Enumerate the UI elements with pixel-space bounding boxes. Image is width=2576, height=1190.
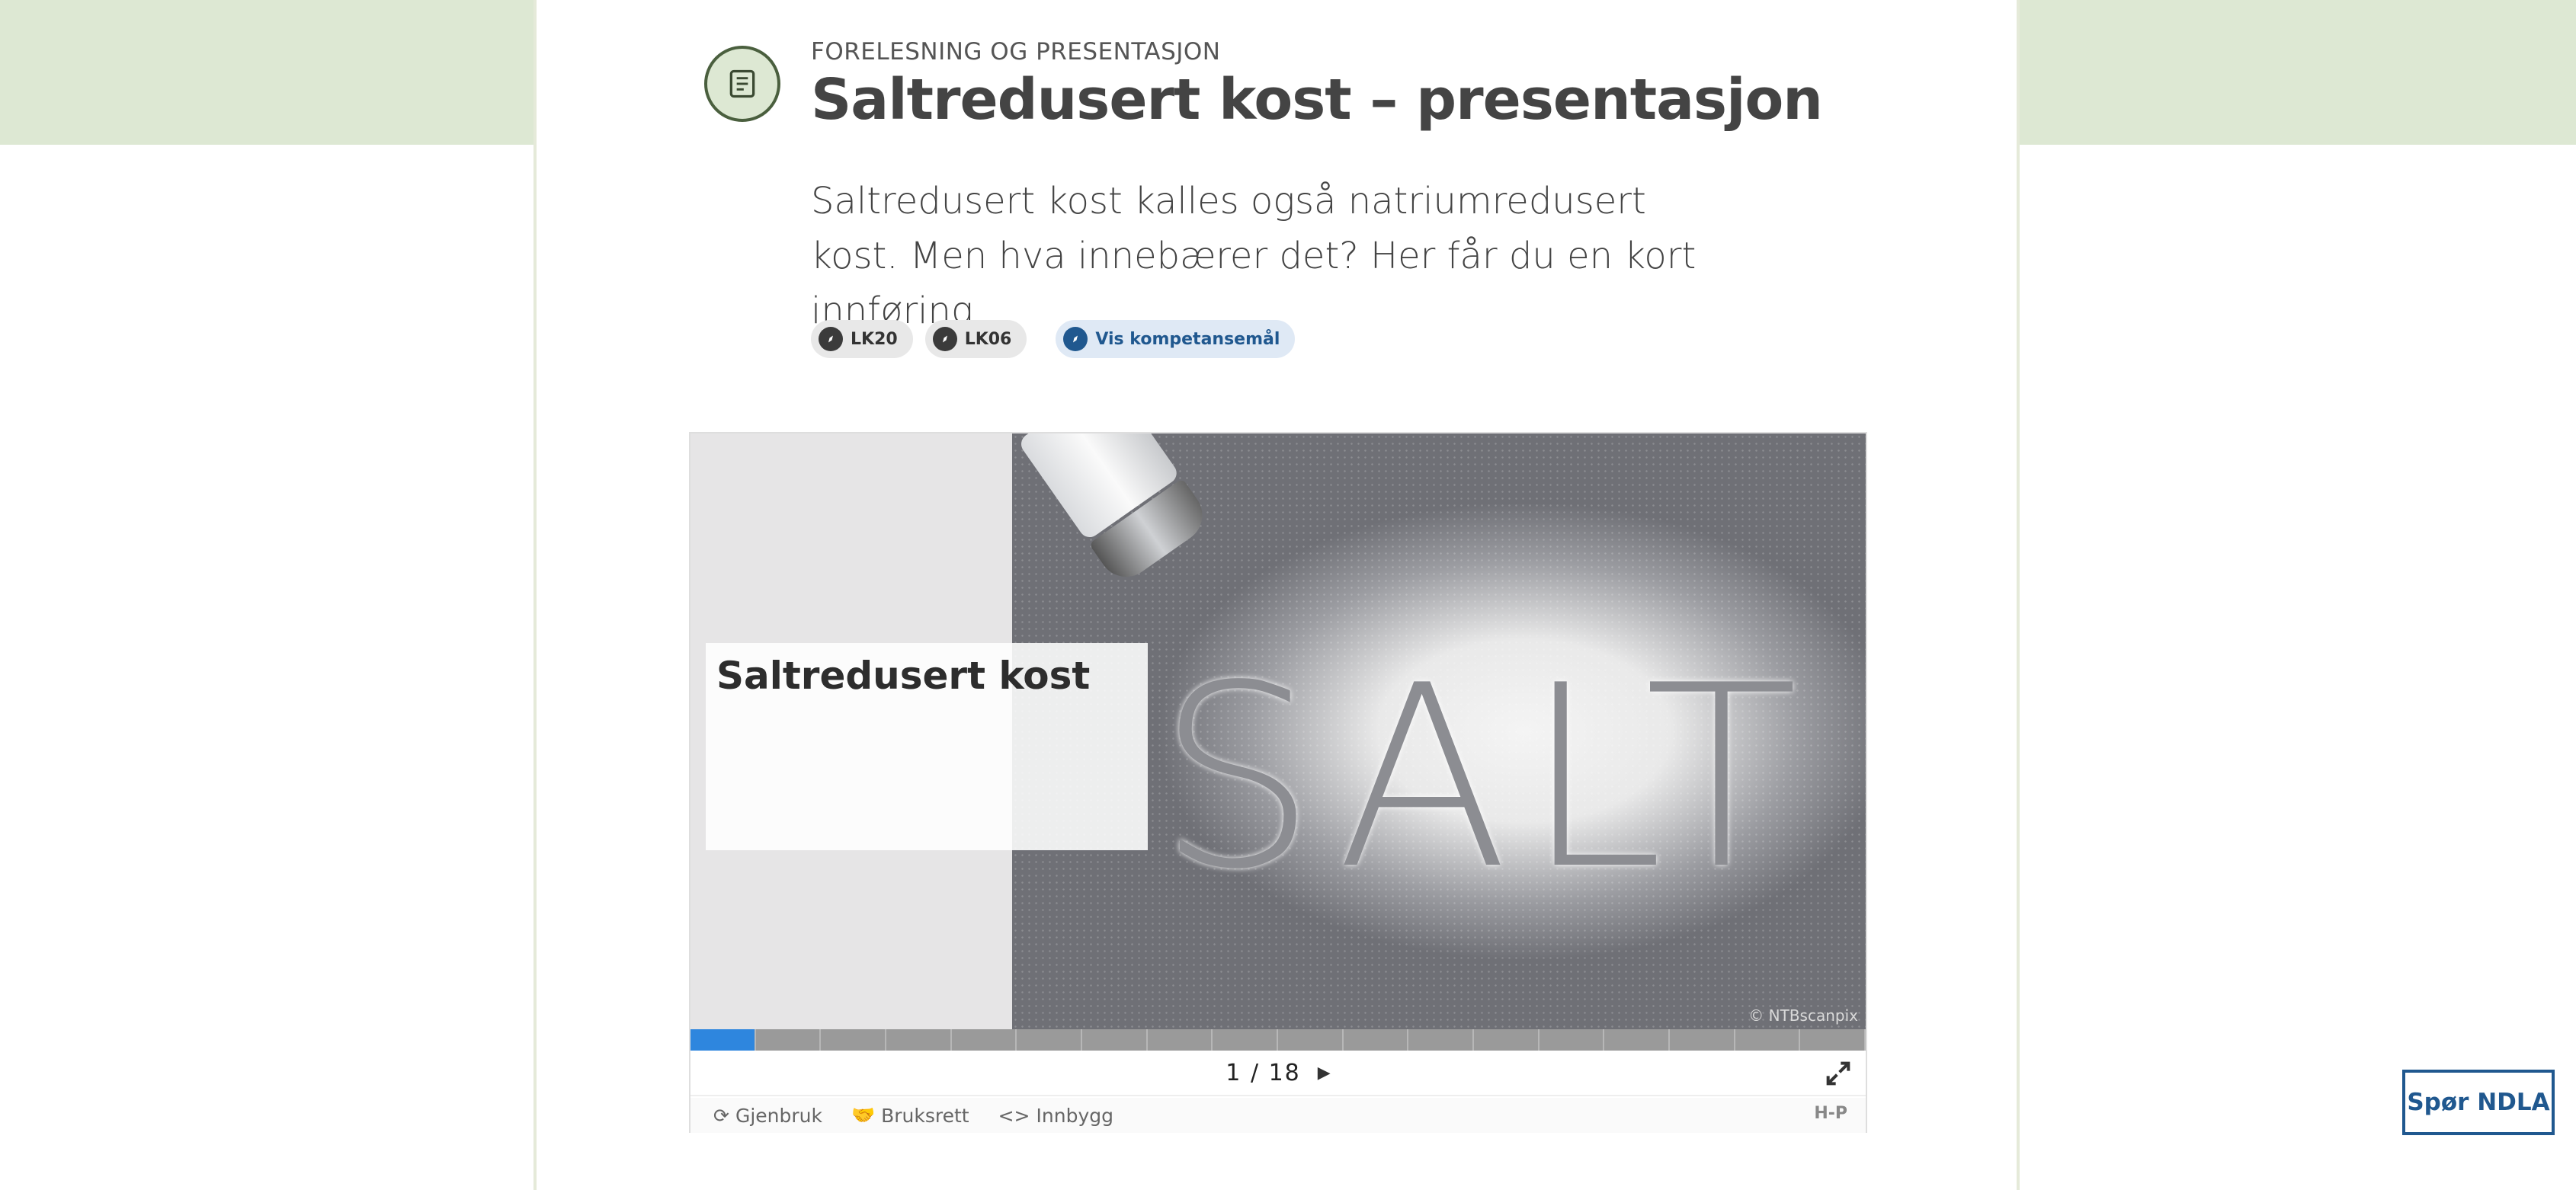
progress-segment[interactable] <box>1604 1029 1671 1051</box>
progress-segment[interactable] <box>1670 1029 1735 1051</box>
next-slide-icon[interactable]: ▶ <box>1318 1064 1331 1083</box>
fullscreen-icon[interactable] <box>1823 1058 1854 1089</box>
total-slides: 18 <box>1268 1059 1301 1086</box>
tag-lk06[interactable]: LK06 <box>924 320 1027 358</box>
page-title: Saltredusert kost – presentasjon <box>811 67 1823 133</box>
slide-stage: SALT © NTBscanpix Saltredusert kost <box>690 433 1866 1029</box>
show-competence-goals-button[interactable]: Vis kompetansemål <box>1056 320 1296 358</box>
progress-segment[interactable] <box>1735 1029 1801 1051</box>
h5p-logo[interactable]: H-P <box>1814 1104 1847 1123</box>
image-credit: © NTBscanpix <box>1748 1006 1858 1025</box>
progress-segment[interactable] <box>1540 1029 1605 1051</box>
article: FORELESNING OG PRESENTASJON Saltredusert… <box>533 0 2020 1190</box>
compass-icon <box>819 327 843 351</box>
tag-label: LK20 <box>851 329 898 349</box>
compass-icon <box>932 327 957 351</box>
tag-list: LK20 LK06 Vis kompetansemål <box>811 320 1296 358</box>
progress-segment[interactable] <box>756 1029 822 1051</box>
tag-lk20[interactable]: LK20 <box>811 320 913 358</box>
document-icon <box>729 69 755 98</box>
reuse-button[interactable]: ⟳ Gjenbruk <box>713 1105 822 1127</box>
presentation-type-icon <box>704 46 780 122</box>
embed-button[interactable]: <> Innbygg <box>998 1105 1113 1127</box>
h5p-presentation: SALT © NTBscanpix Saltredusert kost 1 / … <box>689 432 1867 1133</box>
slide-progress-bar[interactable] <box>690 1029 1866 1051</box>
progress-segment[interactable] <box>1800 1029 1866 1051</box>
progress-segment[interactable] <box>821 1029 887 1051</box>
progress-segment[interactable] <box>1408 1029 1475 1051</box>
ask-ndla-button[interactable]: Spør NDLA <box>2402 1070 2555 1135</box>
content-type-label: FORELESNING OG PRESENTASJON <box>811 38 1221 66</box>
slide-title: Saltredusert kost <box>716 654 1091 698</box>
code-icon: <> <box>998 1104 1030 1127</box>
tag-label: Vis kompetansemål <box>1095 329 1280 349</box>
progress-segment[interactable] <box>1278 1029 1344 1051</box>
progress-segment[interactable] <box>1082 1029 1148 1051</box>
progress-segment[interactable] <box>1148 1029 1213 1051</box>
rights-button[interactable]: 🤝 Bruksrett <box>851 1104 969 1127</box>
ingress-text: Saltredusert kost kalles også natriumred… <box>811 180 1697 332</box>
slide-counter: 1 / 18 <box>1226 1059 1301 1086</box>
progress-segment[interactable] <box>690 1029 756 1051</box>
slide-text-box: Saltredusert kost <box>706 643 1148 850</box>
progress-segment[interactable] <box>886 1029 952 1051</box>
handshake-icon: 🤝 <box>851 1104 876 1126</box>
progress-segment[interactable] <box>1213 1029 1279 1051</box>
progress-segment[interactable] <box>952 1029 1017 1051</box>
image-text: SALT <box>1157 632 1814 924</box>
current-slide: 1 <box>1226 1059 1242 1086</box>
progress-segment[interactable] <box>1474 1029 1540 1051</box>
compass-icon <box>1063 327 1088 351</box>
progress-segment[interactable] <box>1344 1029 1409 1051</box>
slide-navigation: 1 / 18 ▶ <box>690 1051 1866 1096</box>
tag-label: LK06 <box>964 329 1012 349</box>
refresh-icon: ⟳ <box>713 1104 729 1127</box>
h5p-footer: ⟳ Gjenbruk 🤝 Bruksrett <> Innbygg H-P <box>690 1098 1866 1133</box>
progress-segment[interactable] <box>1017 1029 1083 1051</box>
